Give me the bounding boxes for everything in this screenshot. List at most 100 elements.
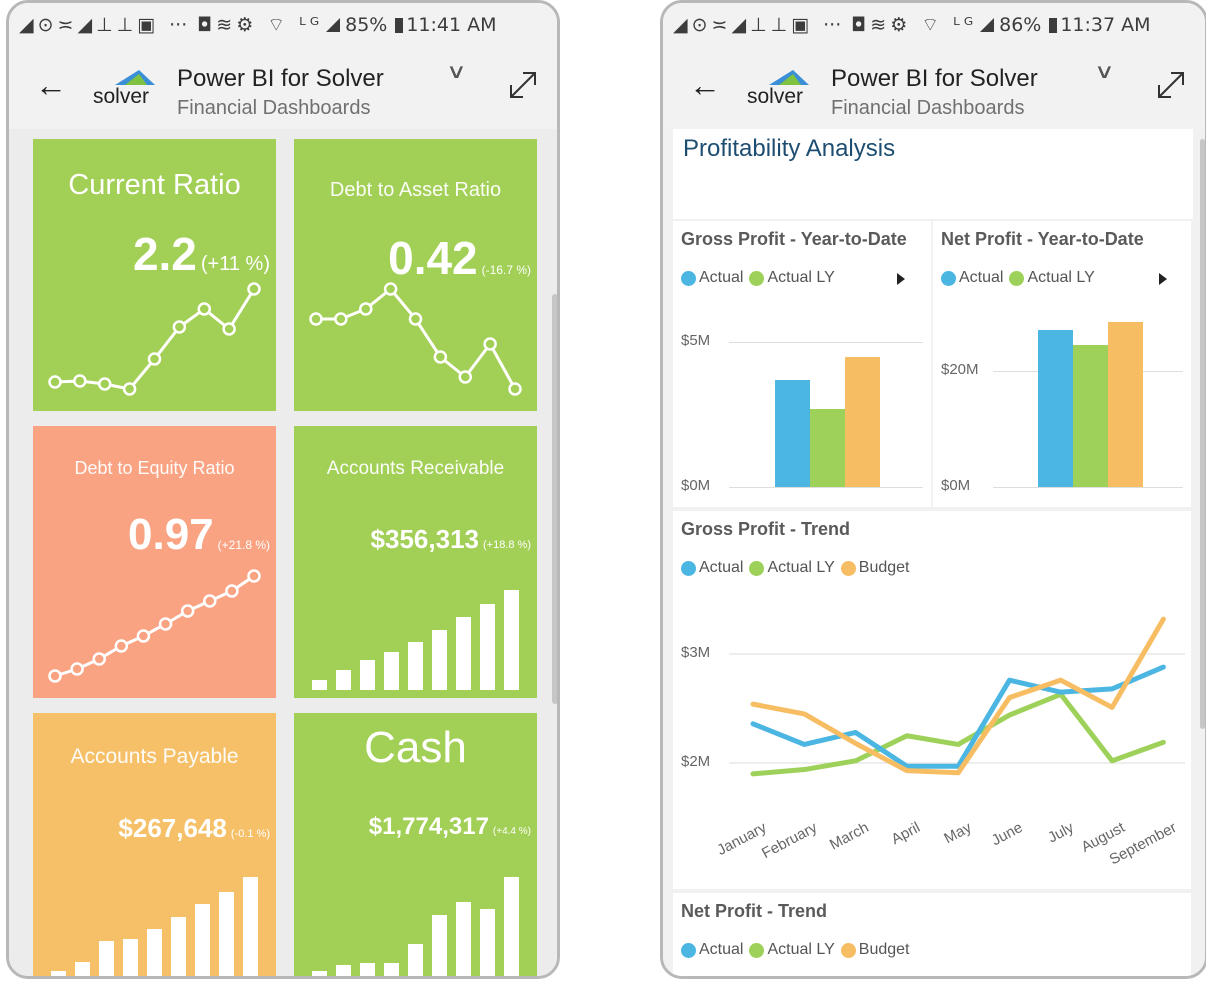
back-arrow-icon[interactable]: ← [689,69,721,101]
app-subtitle: Financial Dashboards [831,97,1025,119]
brand-name: solver [93,85,150,108]
gross-profit-trend-panel[interactable]: Gross Profit - Trend Actual Actual LY Bu… [673,511,1191,889]
sparkline-point [334,312,348,326]
gridline [729,487,923,488]
legend-actual-ly[interactable]: Actual LY [749,941,835,959]
legend-budget[interactable]: Budget [840,941,909,959]
kpi-tile-accounts-payable[interactable]: Accounts Payable $267,648 (-0.1 %) [33,713,276,976]
chart-title: Net Profit - Year-to-Date [941,229,1144,249]
sparkbar [336,670,351,690]
kpi-sparkline [312,590,519,690]
sparkline-point [247,282,261,296]
bar-budget[interactable] [845,356,880,487]
battery-percent: 86% [999,14,1042,36]
kpi-sparkline [48,282,261,396]
sparkline-point [359,302,373,316]
sparkbar [432,630,447,690]
sparkbar [99,941,114,976]
clock: 11:41 AM [406,14,497,36]
sparkline-point [309,312,323,326]
sparkbar [504,877,519,976]
back-arrow-icon[interactable]: ← [35,69,67,101]
kpi-tile-accounts-receivable[interactable]: Accounts Receivable $356,313 (+18.8 %) [294,426,537,698]
net-profit-ytd-panel[interactable]: Net Profit - Year-to-Date Actual Actual … [933,221,1191,507]
expand-icon[interactable] [505,67,541,103]
sparkbar [432,915,447,976]
legend-actual-ly[interactable]: Actual LY [749,269,835,287]
sparkline-point [508,382,522,396]
sparkbar [408,642,423,690]
sparkbar [75,962,90,976]
bar-actual[interactable] [775,379,810,487]
app-bar: ← solver Power BI for Solver Financial D… [9,47,557,129]
y-tick-label: $2M [681,753,711,770]
legend-actual-ly[interactable]: Actual LY [1009,269,1095,287]
legend-next-icon[interactable] [1159,273,1167,285]
sparkline-point [225,584,239,598]
bar-actual[interactable] [1038,330,1073,487]
status-bar: ◢⊙≍◢⊥⊥▣ ··· ◘≋⚙ ⌔ ᴸᴳ 85% 11:41 AM [9,3,557,47]
sparkline-point [197,302,211,316]
brand-name: solver [747,85,804,108]
chevron-down-icon[interactable]: ∨ [1094,59,1114,84]
kpi-sparkline [51,877,258,976]
sparkline-point [433,350,448,364]
sparkbar [504,590,519,690]
sparkline-point [180,604,195,618]
gross-profit-ytd-panel[interactable]: Gross Profit - Year-to-Date Actual Actua… [673,221,931,507]
sparkline-point [203,594,217,608]
app-bar: ← solver Power BI for Solver Financial D… [663,47,1205,129]
sparkline-point [48,375,62,389]
sparkbar [384,652,399,690]
bar-budget[interactable] [1108,321,1143,487]
sparkline-point [136,629,151,643]
kpi-sparkline [309,282,522,396]
sparkline-point [98,377,112,391]
solver-logo-icon [115,70,155,85]
net-profit-trend-panel[interactable]: Net Profit - Trend Actual Actual LY Budg… [673,893,1191,976]
bar-actual-ly[interactable] [1073,344,1108,487]
legend-actual[interactable]: Actual [941,269,1003,287]
scrollbar[interactable] [552,294,557,704]
kpi-tile-cash[interactable]: Cash $1,774,317 (+4.4 %) [294,713,537,976]
sparkline-point [70,662,84,676]
system-icons: ◘≋⚙ ⌔ ᴸᴳ [197,14,324,36]
report-title: Profitability Analysis [683,135,896,162]
chart-title: Net Profit - Trend [681,901,828,921]
sparkline-point [383,282,398,296]
expand-icon[interactable] [1153,67,1189,103]
y-tick-label: $5M [681,332,711,349]
kpi-tile-debt-to-equity-ratio[interactable]: Debt to Equity Ratio 0.97 (+21.8 %) [33,426,276,698]
app-subtitle: Financial Dashboards [177,97,371,119]
signal-icon [326,18,341,32]
notification-icons: ◢⊙≍◢⊥⊥▣ [19,14,160,36]
sparkbar [360,660,375,690]
clock: 11:37 AM [1060,14,1151,36]
status-bar: ◢⊙≍◢⊥⊥▣ ··· ◘≋⚙ ⌔ ᴸᴳ 86% 11:37 AM [663,3,1205,47]
app-title: Power BI for Solver [177,65,384,92]
sparkline-point [73,374,87,388]
chart-legend: Actual Actual LY [681,269,841,287]
sparkbar [147,929,162,976]
sparkline-path [54,288,256,391]
sparkbar [312,971,327,976]
kpi-tile-debt-to-asset-ratio[interactable]: Debt to Asset Ratio 0.42 (-16.7 %) [294,139,537,411]
scrollbar[interactable] [1200,139,1205,729]
y-tick-label: $0M [941,477,971,494]
legend-actual[interactable]: Actual [681,269,743,287]
notification-icons: ◢⊙≍◢⊥⊥▣ [673,14,814,36]
report-canvas: Profitability Analysis Gross Profit - Ye… [663,129,1205,976]
sparkbar [384,963,399,976]
battery-percent: 85% [345,14,388,36]
kpi-tile-current-ratio[interactable]: Current Ratio 2.2 (+11 %) [33,139,276,411]
chart-title: Gross Profit - Year-to-Date [681,229,907,249]
sparkline-point [172,320,187,334]
bar-actual-ly[interactable] [810,408,845,487]
report-title-panel: Profitability Analysis [673,129,1193,219]
chevron-down-icon[interactable]: ∨ [446,59,466,84]
battery-icon [1049,17,1058,33]
y-tick-label: $0M [681,477,711,494]
legend-next-icon[interactable] [897,273,905,285]
legend-actual[interactable]: Actual [681,941,743,959]
sparkbar [123,939,138,976]
